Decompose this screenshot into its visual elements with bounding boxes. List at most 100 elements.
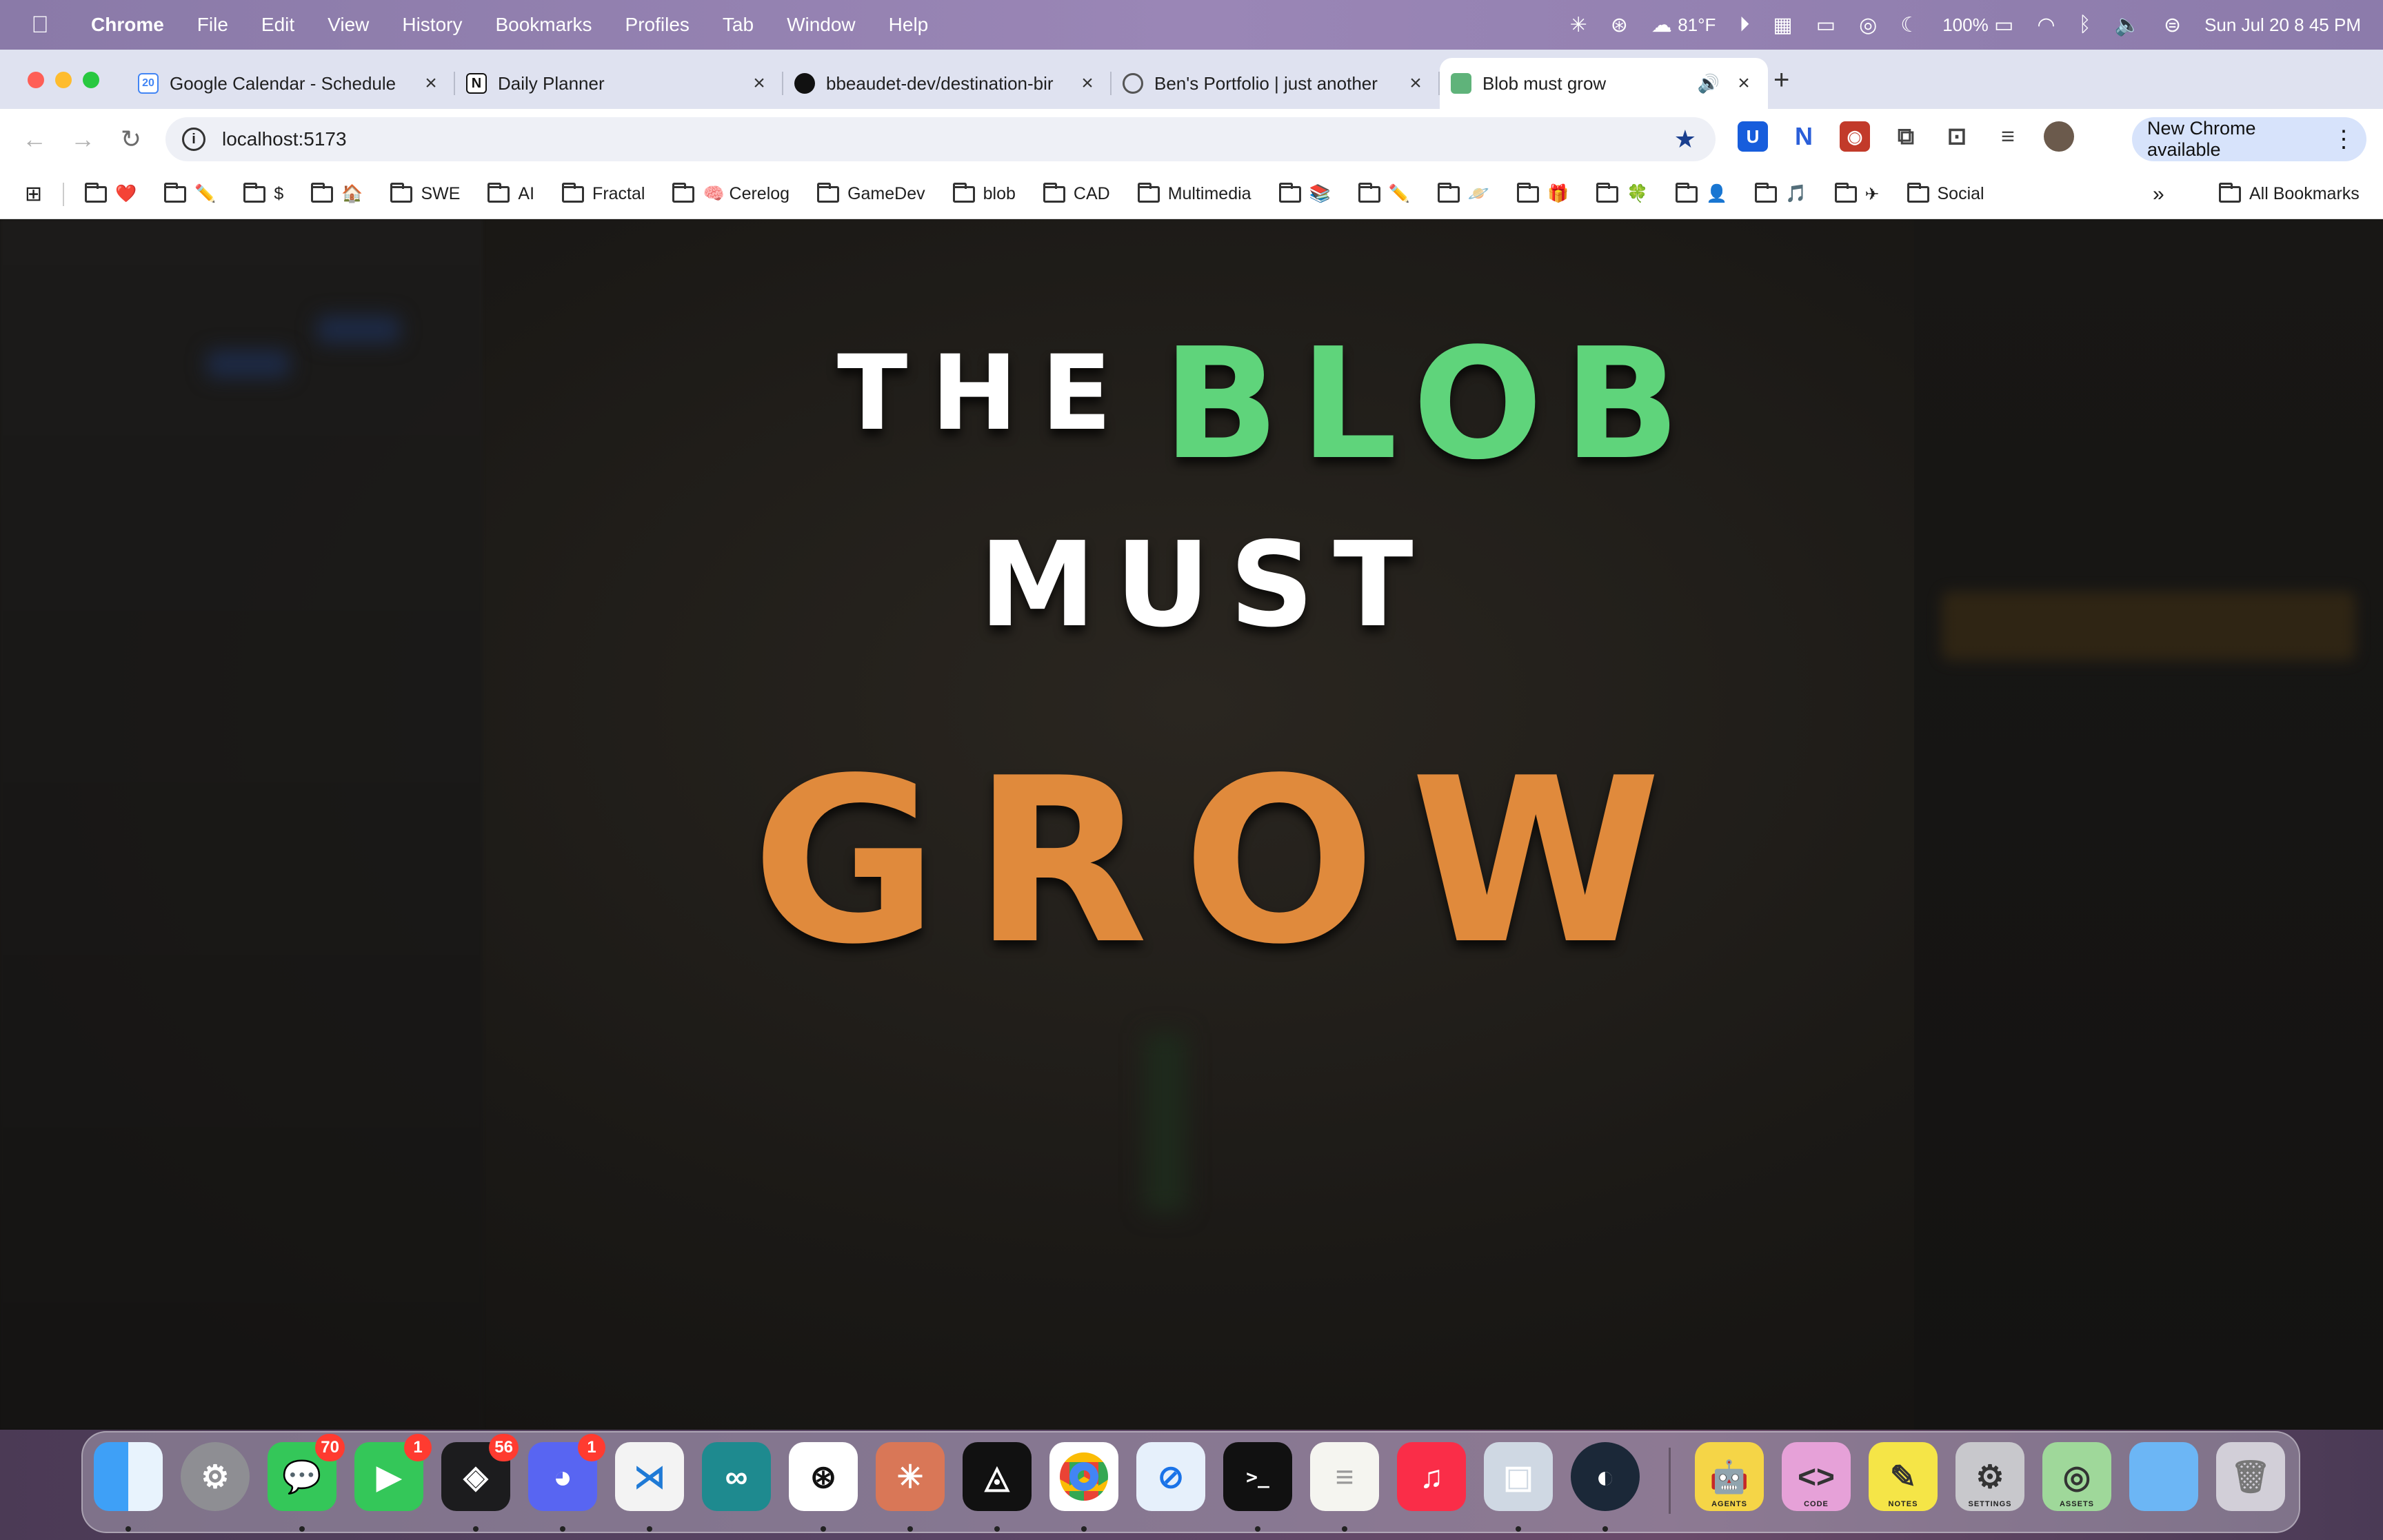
- weather-widget[interactable]: ☁ 81°F: [1651, 13, 1716, 37]
- tab-github[interactable]: bbeaudet-dev/destination-bir ×: [783, 58, 1112, 109]
- messages-icon[interactable]: 💬 70: [268, 1434, 345, 1511]
- downloads-folder-icon[interactable]: [2129, 1442, 2198, 1511]
- vscode-icon[interactable]: ⋊: [615, 1442, 684, 1511]
- system-settings-icon[interactable]: ⚙: [181, 1442, 250, 1511]
- forward-arrow-icon[interactable]: →: [69, 125, 97, 153]
- menu-tab[interactable]: Tab: [723, 14, 754, 36]
- audio-playing-icon[interactable]: 🔊: [1698, 73, 1720, 94]
- close-tab-icon[interactable]: ×: [1733, 72, 1754, 95]
- extensions-puzzle-icon[interactable]: ⧉: [1891, 121, 1921, 152]
- profile-avatar[interactable]: [2044, 121, 2074, 152]
- chatgpt-status-icon[interactable]: ⊛: [1611, 13, 1628, 37]
- music-icon[interactable]: ♫: [1397, 1442, 1466, 1511]
- bookmark-folder[interactable]: ✏️: [1358, 182, 1410, 204]
- notes-icon[interactable]: ≡: [1310, 1442, 1379, 1511]
- site-info-icon[interactable]: i: [182, 128, 205, 151]
- menu-bookmarks[interactable]: Bookmarks: [495, 14, 592, 36]
- discord-icon[interactable]: ◕ 1: [528, 1434, 605, 1511]
- bluetooth-icon[interactable]: ᛒ: [2079, 13, 2091, 37]
- bookmark-folder[interactable]: 🧠 Cerelog: [672, 182, 790, 204]
- code-folder-icon[interactable]: <> CODE: [1782, 1442, 1851, 1511]
- bookmark-folder[interactable]: ✏️: [164, 182, 216, 204]
- menu-file[interactable]: File: [197, 14, 228, 36]
- bookmark-folder[interactable]: 👤: [1676, 182, 1727, 204]
- bookmark-folder[interactable]: 🏠: [311, 182, 363, 204]
- back-arrow-icon[interactable]: ←: [21, 125, 48, 153]
- chrome-menu-icon[interactable]: ⋮: [2332, 125, 2355, 153]
- display-icon[interactable]: ▭: [1816, 13, 1836, 37]
- focus-moon-icon[interactable]: ☾: [1900, 13, 1919, 37]
- trash-icon[interactable]: 🗑: [2216, 1442, 2285, 1511]
- bookmark-folder[interactable]: Fractal: [562, 182, 645, 204]
- control-center-icon[interactable]: ⊜: [2164, 13, 2181, 37]
- close-tab-icon[interactable]: ×: [749, 72, 770, 95]
- bookmark-folder[interactable]: ✈: [1834, 182, 1880, 205]
- tab-blob-must-grow[interactable]: Blob must grow 🔊 ×: [1440, 58, 1768, 109]
- menu-profiles[interactable]: Profiles: [625, 14, 690, 36]
- address-bar[interactable]: i localhost:5173 ★: [165, 117, 1716, 161]
- url-text[interactable]: localhost:5173: [222, 128, 347, 150]
- minimize-window-button[interactable]: [55, 72, 72, 88]
- tab-google-calendar[interactable]: 20 Google Calendar - Schedule ×: [127, 58, 455, 109]
- finder-icon[interactable]: [94, 1442, 163, 1511]
- apps-grid-icon[interactable]: ⊞: [25, 182, 42, 206]
- terminal-icon[interactable]: >_: [1223, 1442, 1292, 1511]
- bookmark-folder[interactable]: ❤️: [85, 182, 137, 204]
- unity-icon[interactable]: ◬: [963, 1442, 1032, 1511]
- preview-icon[interactable]: ▣: [1484, 1442, 1553, 1511]
- airdrop-icon[interactable]: ◎: [1859, 13, 1877, 37]
- more-bookmarks-icon[interactable]: »: [2153, 183, 2164, 206]
- facetime-icon[interactable]: ▶ 1: [354, 1434, 432, 1511]
- window-manager-icon[interactable]: ▦: [1773, 13, 1792, 37]
- arduino-icon[interactable]: ∞: [702, 1442, 771, 1511]
- bookmark-folder[interactable]: 🪐: [1437, 182, 1489, 204]
- media-control-icon[interactable]: ≡: [1993, 121, 2023, 152]
- menu-help[interactable]: Help: [889, 14, 929, 36]
- all-bookmarks-folder[interactable]: All Bookmarks: [2219, 182, 2360, 204]
- chrome-icon[interactable]: [1049, 1442, 1118, 1511]
- linear-icon[interactable]: ◈ 56: [441, 1434, 519, 1511]
- steam-icon[interactable]: ◐: [1571, 1442, 1640, 1511]
- bookmark-star-icon[interactable]: ★: [1674, 125, 1696, 154]
- menu-history[interactable]: History: [402, 14, 462, 36]
- close-window-button[interactable]: [28, 72, 44, 88]
- page-viewport[interactable]: THE BLOB MUST GROW: [0, 219, 2383, 1430]
- tab-daily-planner[interactable]: N Daily Planner ×: [455, 58, 783, 109]
- settings-folder-icon[interactable]: ⚙ SETTINGS: [1955, 1442, 2024, 1511]
- battery-widget[interactable]: 100% ▭: [1942, 13, 2013, 37]
- play-status-icon[interactable]: ⏵: [1739, 13, 1749, 37]
- claude-status-icon[interactable]: ✳: [1570, 13, 1587, 37]
- red-extension-icon[interactable]: ◉: [1840, 121, 1870, 152]
- menu-view[interactable]: View: [328, 14, 369, 36]
- new-tab-button[interactable]: +: [1773, 65, 1789, 96]
- bookmark-folder[interactable]: 📚: [1278, 182, 1331, 204]
- bookmark-folder[interactable]: 🎵: [1755, 182, 1807, 204]
- bookmark-folder[interactable]: 🍀: [1596, 182, 1648, 204]
- menubar-clock[interactable]: Sun Jul 20 8 45 PM: [2204, 14, 2361, 36]
- bitwarden-extension-icon[interactable]: U: [1738, 121, 1768, 152]
- bookmark-folder[interactable]: CAD: [1043, 182, 1110, 204]
- chatgpt-icon[interactable]: ⊛: [789, 1442, 858, 1511]
- notes-folder-icon[interactable]: ✎ NOTES: [1869, 1442, 1938, 1511]
- close-tab-icon[interactable]: ×: [421, 72, 441, 95]
- volume-icon[interactable]: 🔈: [2115, 13, 2140, 37]
- safari-icon[interactable]: ⊘: [1136, 1442, 1205, 1511]
- tab-portfolio[interactable]: Ben's Portfolio | just another ×: [1112, 58, 1440, 109]
- menu-edit[interactable]: Edit: [261, 14, 294, 36]
- bookmark-folder[interactable]: GameDev: [817, 182, 925, 204]
- bookmark-folder[interactable]: 🎁: [1516, 182, 1569, 204]
- reload-icon[interactable]: ↻: [117, 125, 145, 153]
- tab-search-icon[interactable]: ⊡: [1942, 121, 1972, 152]
- bookmark-folder[interactable]: Social: [1907, 182, 1984, 204]
- close-tab-icon[interactable]: ×: [1077, 72, 1098, 95]
- claude-icon[interactable]: ✳: [876, 1442, 945, 1511]
- menu-app-name[interactable]: Chrome: [91, 14, 164, 36]
- bookmark-folder[interactable]: SWE: [390, 182, 460, 204]
- zoom-window-button[interactable]: [83, 72, 99, 88]
- close-tab-icon[interactable]: ×: [1405, 72, 1426, 95]
- wifi-icon[interactable]: ◠: [2037, 13, 2055, 37]
- apple-menu-icon[interactable]: : [25, 10, 55, 40]
- new-chrome-available-button[interactable]: New Chrome available ⋮: [2132, 117, 2366, 161]
- assets-folder-icon[interactable]: ◎ ASSETS: [2042, 1442, 2111, 1511]
- bookmark-folder[interactable]: Multimedia: [1137, 182, 1251, 204]
